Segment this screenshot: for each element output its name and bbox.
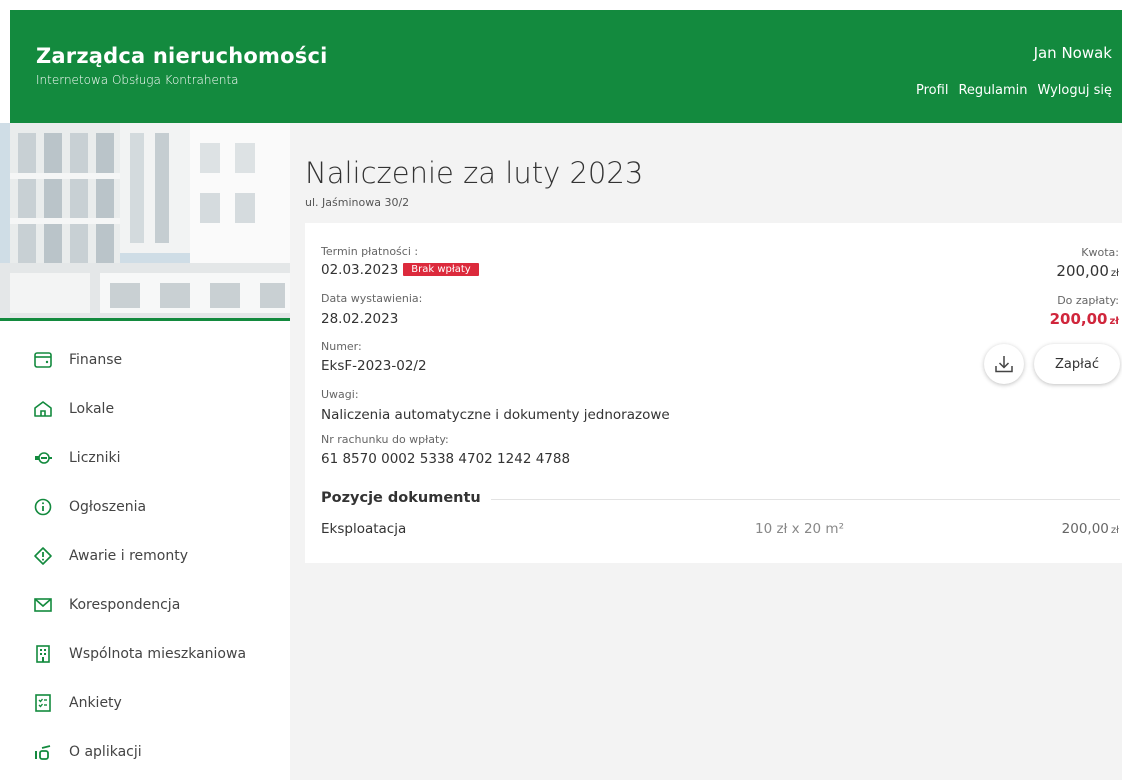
number-label: Numer: bbox=[321, 340, 362, 353]
section-divider bbox=[491, 499, 1120, 500]
sidebar-item-label: Liczniki bbox=[69, 449, 121, 466]
terms-link[interactable]: Regulamin bbox=[958, 83, 1027, 98]
status-badge: Brak wpłaty bbox=[403, 263, 479, 276]
about-icon bbox=[33, 742, 53, 762]
position-amount: 200,00 zł bbox=[1062, 521, 1119, 537]
sidebar-item-ankiety[interactable]: Ankiety bbox=[0, 678, 290, 727]
due-date-label: Termin płatności : bbox=[321, 245, 419, 258]
alert-icon bbox=[33, 546, 53, 566]
issue-date-value: 28.02.2023 bbox=[321, 311, 399, 327]
issue-date-label: Data wystawienia: bbox=[321, 292, 423, 305]
sidebar-item-label: O aplikacji bbox=[69, 743, 142, 760]
download-icon bbox=[995, 356, 1013, 373]
sidebar-item-label: Wspólnota mieszkaniowa bbox=[69, 645, 247, 662]
user-name: Jan Nowak bbox=[1033, 44, 1112, 62]
meter-icon bbox=[33, 448, 53, 468]
amount-label: Kwota: bbox=[1081, 246, 1119, 259]
position-calculation: 10 zł x 20 m² bbox=[755, 521, 844, 537]
sidebar-item-awarie[interactable]: Awarie i remonty bbox=[0, 531, 290, 580]
due-date-value: 02.03.2023 Brak wpłaty bbox=[321, 262, 479, 278]
mail-icon bbox=[33, 595, 53, 615]
sidebar-nav: Finanse Lokale Liczniki Ogłoszenia Awari… bbox=[0, 335, 290, 776]
app-header: Zarządca nieruchomości Internetowa Obsłu… bbox=[10, 10, 1122, 123]
building-icon bbox=[33, 644, 53, 664]
position-name: Eksploatacja bbox=[321, 521, 407, 537]
profile-link[interactable]: Profil bbox=[916, 83, 948, 98]
page-title: Naliczenie za luty 2023 bbox=[305, 156, 644, 190]
position-currency: zł bbox=[1110, 525, 1119, 536]
sidebar-item-label: Lokale bbox=[69, 400, 115, 417]
pay-button[interactable]: Zapłać bbox=[1034, 344, 1120, 384]
sidebar-item-ogloszenia[interactable]: Ogłoszenia bbox=[0, 482, 290, 531]
sidebar-item-o-aplikacji[interactable]: O aplikacji bbox=[0, 727, 290, 776]
sidebar-item-wspolnota[interactable]: Wspólnota mieszkaniowa bbox=[0, 629, 290, 678]
sidebar-item-korespondencja[interactable]: Korespondencja bbox=[0, 580, 290, 629]
page-address: ul. Jaśminowa 30/2 bbox=[305, 196, 410, 209]
sidebar-item-finanse[interactable]: Finanse bbox=[0, 335, 290, 384]
app-subtitle: Internetowa Obsługa Kontrahenta bbox=[36, 73, 239, 87]
positions-title: Pozycje dokumentu bbox=[321, 490, 481, 506]
position-amount-value: 200,00 bbox=[1061, 521, 1109, 537]
due-date: 02.03.2023 bbox=[321, 262, 399, 278]
to-pay-value: 200,00 zł bbox=[1050, 310, 1119, 328]
sidebar-item-label: Finanse bbox=[69, 351, 123, 368]
sidebar: Finanse Lokale Liczniki Ogłoszenia Awari… bbox=[0, 123, 290, 780]
to-pay: 200,00 bbox=[1049, 310, 1108, 328]
sidebar-item-label: Ankiety bbox=[69, 694, 122, 711]
amount-value: 200,00 zł bbox=[1056, 262, 1119, 280]
sidebar-item-label: Korespondencja bbox=[69, 596, 181, 613]
building-hero-image bbox=[0, 123, 290, 321]
sidebar-item-liczniki[interactable]: Liczniki bbox=[0, 433, 290, 482]
amount-currency: zł bbox=[1110, 268, 1119, 279]
download-button[interactable] bbox=[984, 344, 1024, 384]
app-title: Zarządca nieruchomości bbox=[36, 44, 328, 68]
to-pay-currency: zł bbox=[1109, 316, 1119, 327]
number-value: EksF-2023-02/2 bbox=[321, 358, 427, 374]
to-pay-label: Do zapłaty: bbox=[1057, 294, 1119, 307]
building-illustration bbox=[0, 123, 290, 318]
document-card: Termin płatności : 02.03.2023 Brak wpłaty… bbox=[305, 223, 1122, 563]
main-content: Naliczenie za luty 2023 ul. Jaśminowa 30… bbox=[290, 123, 1122, 780]
wallet-icon bbox=[33, 350, 53, 370]
account-label: Nr rachunku do wpłaty: bbox=[321, 433, 449, 446]
sidebar-item-label: Awarie i remonty bbox=[69, 547, 188, 564]
notes-value: Naliczenia automatyczne i dokumenty jedn… bbox=[321, 407, 670, 423]
notes-label: Uwagi: bbox=[321, 388, 359, 401]
checklist-icon bbox=[33, 693, 53, 713]
account-value: 61 8570 0002 5338 4702 1242 4788 bbox=[321, 451, 571, 467]
sidebar-item-lokale[interactable]: Lokale bbox=[0, 384, 290, 433]
sidebar-item-label: Ogłoszenia bbox=[69, 498, 147, 515]
logout-link[interactable]: Wyloguj się bbox=[1037, 83, 1112, 98]
info-icon bbox=[33, 497, 53, 517]
header-links: Profil Regulamin Wyloguj się bbox=[916, 83, 1112, 98]
amount: 200,00 bbox=[1056, 262, 1109, 280]
home-icon bbox=[33, 399, 53, 419]
